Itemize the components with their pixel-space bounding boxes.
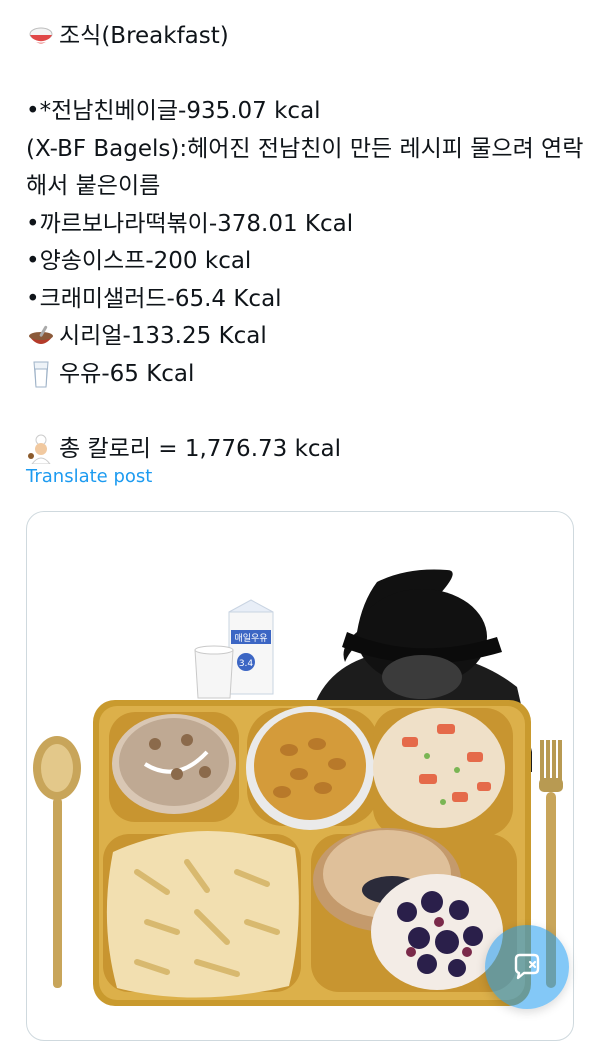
- chef-icon: [28, 434, 51, 465]
- rice-bowl-icon: [29, 27, 53, 44]
- blueberry-bagel: [371, 874, 503, 990]
- menu-item: •크래미샐러드-65.4 Kcal: [26, 285, 282, 312]
- menu-item: •양송이스프-200 kcal: [26, 248, 252, 274]
- milk-carton: 매일우유 3.4: [228, 599, 274, 695]
- bowl-with-spoon-icon: [29, 325, 53, 344]
- spoon: [33, 736, 81, 988]
- crab-salad: [373, 708, 505, 828]
- menu-item-cereal: 시리얼-133.25 Kcal: [26, 318, 586, 356]
- post-text: 조식(Breakfast) •*전남친베이글-935.07 kcal (X-BF…: [26, 18, 586, 468]
- compose-fab[interactable]: [485, 925, 569, 1009]
- menu-item-milk: 우유-65 Kcal: [26, 356, 586, 394]
- menu-item: •*전남친베이글-935.07 kcal: [26, 98, 321, 124]
- menu-item: •까르보나라떡볶이-378.01 Kcal: [26, 210, 354, 237]
- carbonara-tteokbokki: [106, 830, 299, 998]
- compose-message-icon: [514, 953, 540, 980]
- glass-of-milk-icon: [33, 361, 49, 388]
- milk-carton-brand: 매일우유: [234, 633, 267, 644]
- mushroom-soup: [112, 714, 236, 814]
- post-title-line: 조식(Breakfast): [26, 18, 586, 56]
- milk-glass: [194, 645, 234, 699]
- translate-post-link[interactable]: Translate post: [26, 466, 152, 487]
- post-title: 조식(Breakfast): [59, 23, 229, 49]
- total-calories: 총 칼로리 = 1,776.73 kcal: [59, 435, 342, 462]
- milk-carton-fat: 3.4: [239, 659, 254, 669]
- cereal-bowl: [246, 706, 374, 830]
- total-calories-line: 총 칼로리 = 1,776.73 kcal: [26, 431, 586, 469]
- menu-item-note: (X-BF Bagels):헤어진 전남친이 만든 레시피 물으려 연락해서 붙…: [26, 135, 584, 200]
